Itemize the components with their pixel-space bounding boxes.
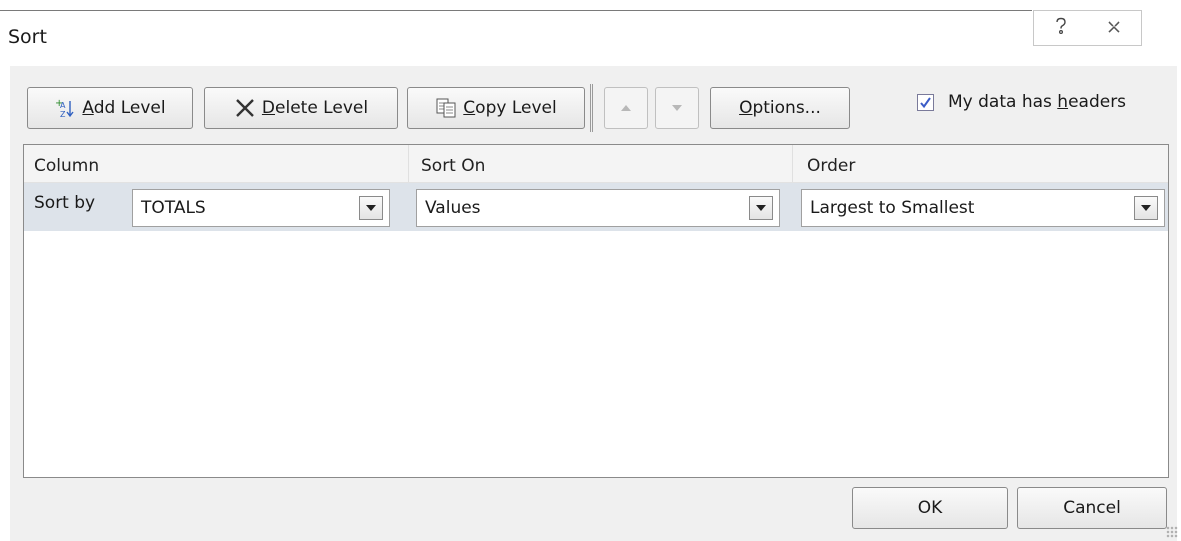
cancel-button[interactable]: Cancel (1017, 487, 1167, 529)
sort-dialog: Sort + A Z Add Level Delete Level Copy L… (0, 0, 1181, 541)
close-button[interactable] (1087, 10, 1142, 46)
move-up-button[interactable] (604, 87, 648, 129)
copy-level-rest: opy Level (475, 98, 557, 118)
delete-level-rest: elete Level (275, 98, 369, 118)
column-select-value: TOTALS (141, 198, 206, 218)
svg-text:A: A (60, 101, 66, 110)
sort-on-select[interactable]: Values (416, 189, 780, 227)
copy-level-label: Copy Level (463, 98, 556, 118)
add-sort-icon: + A Z (54, 97, 76, 119)
headers-label: My data has headers (948, 92, 1126, 112)
order-header: Order (807, 156, 856, 176)
column-divider (408, 145, 409, 182)
add-level-accel: A (82, 98, 94, 118)
options-button[interactable]: Options... (710, 87, 850, 129)
copy-level-accel: C (463, 98, 476, 118)
toolbar-separator (590, 84, 593, 132)
copy-level-button[interactable]: Copy Level (407, 87, 585, 129)
headers-label-rest: eaders (1068, 92, 1127, 112)
order-select[interactable]: Largest to Smallest (801, 189, 1165, 227)
add-level-button[interactable]: + A Z Add Level (27, 87, 193, 129)
svg-text:Z: Z (60, 110, 66, 119)
chevron-down-icon[interactable] (1134, 196, 1158, 220)
check-mark-icon (920, 96, 931, 108)
options-rest: ptions... (752, 98, 821, 118)
add-level-rest: dd Level (93, 98, 166, 118)
my-data-has-headers-checkbox[interactable]: My data has headers (917, 92, 1126, 112)
chevron-down-icon[interactable] (749, 196, 773, 220)
headers-label-pre: My data has (948, 92, 1058, 112)
checkbox-box[interactable] (917, 93, 934, 111)
sort-on-select-value: Values (425, 198, 481, 218)
sort-level-row[interactable]: Sort by TOTALS Values Largest to Smalles… (24, 183, 1168, 231)
options-label: Options... (739, 98, 821, 118)
delete-level-button[interactable]: Delete Level (204, 87, 398, 129)
down-arrow-icon (671, 104, 683, 112)
chevron-down-icon[interactable] (359, 196, 383, 220)
headers-label-accel: h (1057, 92, 1069, 112)
x-icon (234, 97, 256, 119)
resize-grip[interactable] (1166, 526, 1178, 538)
sort-by-label: Sort by (34, 193, 96, 213)
ok-button[interactable]: OK (852, 487, 1008, 529)
sort-on-header: Sort On (421, 156, 486, 176)
help-button[interactable] (1033, 10, 1088, 46)
add-level-label: Add Level (82, 98, 165, 118)
column-select[interactable]: TOTALS (132, 189, 390, 227)
delete-level-accel: D (261, 98, 276, 118)
options-accel: O (739, 98, 753, 118)
column-divider (792, 145, 793, 182)
title-bar-border (0, 10, 1032, 11)
copy-icon (435, 97, 457, 119)
close-icon (1107, 19, 1121, 38)
dialog-title: Sort (8, 26, 47, 48)
sort-levels-grid: Column Sort On Order Sort by TOTALS Valu… (23, 144, 1169, 478)
move-down-button[interactable] (655, 87, 699, 129)
order-select-value: Largest to Smallest (810, 198, 975, 218)
up-arrow-icon (620, 104, 632, 112)
column-header: Column (34, 156, 100, 176)
question-icon (1054, 17, 1068, 39)
grid-header: Column Sort On Order (24, 145, 1168, 183)
delete-level-label: Delete Level (262, 98, 368, 118)
